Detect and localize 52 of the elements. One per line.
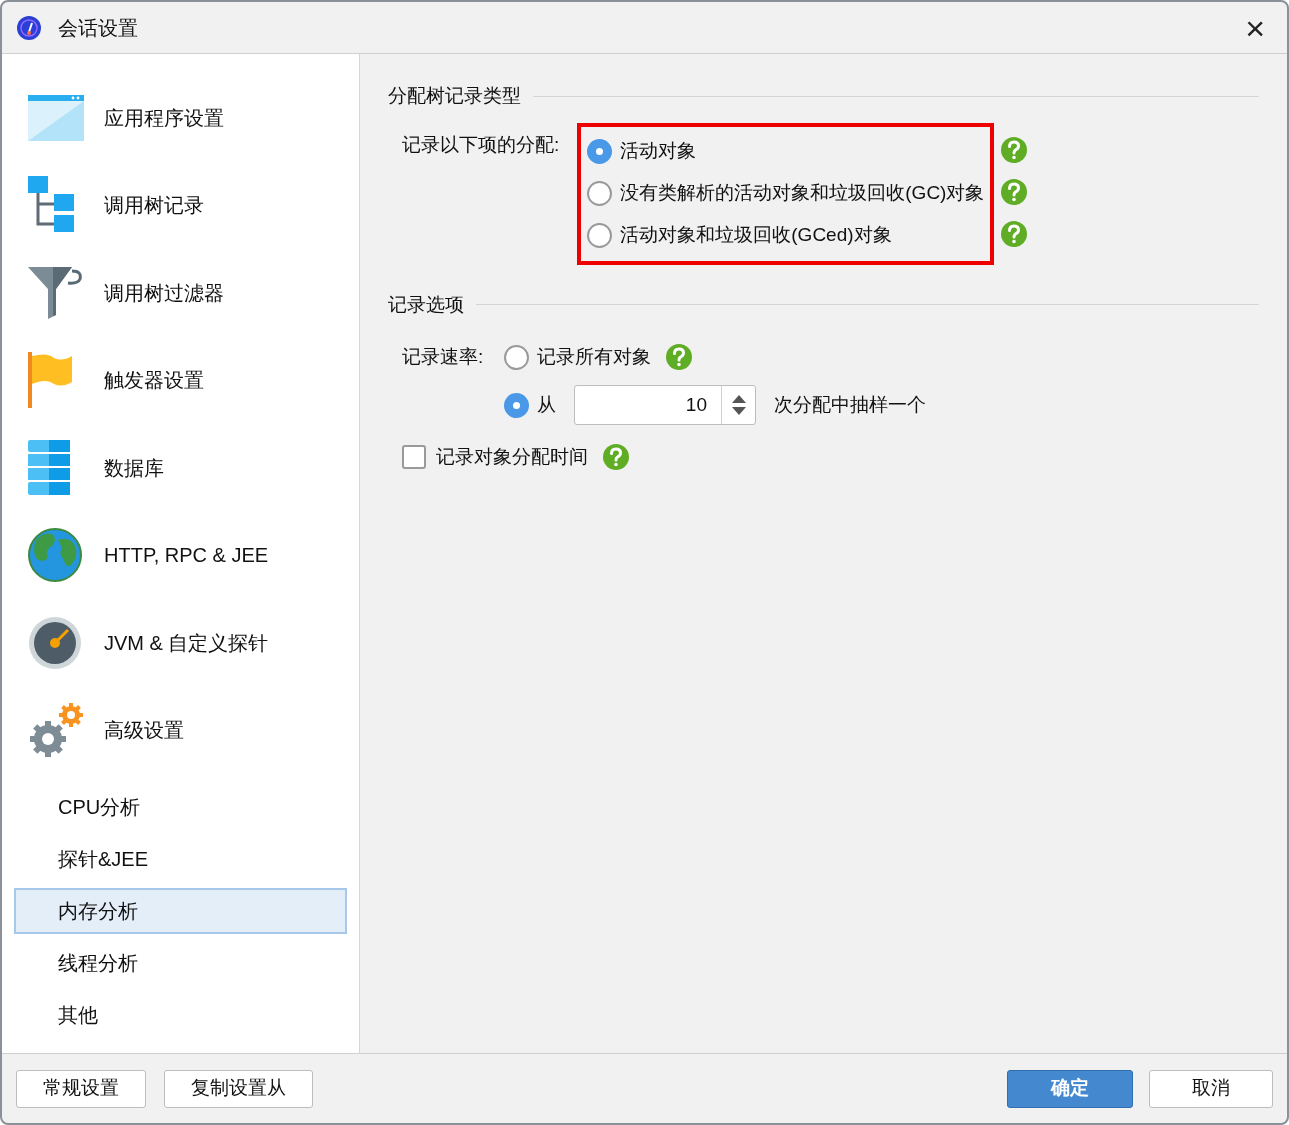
- allocation-label: 记录以下项的分配:: [402, 132, 560, 157]
- app-logo-icon: [16, 14, 42, 41]
- rate-label: 记录速率:: [402, 344, 485, 369]
- radio-button[interactable]: [587, 139, 613, 164]
- close-button[interactable]: ×: [1237, 10, 1273, 45]
- database-icon: [28, 439, 70, 496]
- sidebar-page-item[interactable]: 探针&JEE: [14, 836, 347, 882]
- radio-label: 从: [537, 392, 556, 417]
- radio-button[interactable]: [587, 223, 613, 248]
- globe-icon: [28, 528, 82, 583]
- sidebar-page-item[interactable]: 线程分析: [14, 940, 347, 986]
- number-spinner[interactable]: 10: [574, 385, 756, 425]
- sidebar-item[interactable]: JVM & 自定义探针: [14, 599, 347, 687]
- radio-label: 记录所有对象: [537, 344, 651, 369]
- sampling-suffix: 次分配中抽样一个: [774, 392, 926, 417]
- help-icon[interactable]: [1000, 135, 1029, 164]
- sidebar-item[interactable]: 数据库: [14, 424, 347, 512]
- funnel-icon: [28, 266, 82, 319]
- sidebar-item[interactable]: 应用程序设置: [14, 74, 347, 162]
- sidebar-item[interactable]: 触发器设置: [14, 336, 347, 424]
- sidebar-page-item[interactable]: 内存分析: [14, 888, 347, 934]
- group-title: 记录选项: [388, 292, 464, 317]
- help-icon[interactable]: [1000, 177, 1029, 206]
- help-icon[interactable]: [665, 343, 693, 371]
- footer-button[interactable]: 常规设置: [16, 1069, 146, 1108]
- sidebar-item[interactable]: 高级设置: [14, 686, 347, 774]
- sidebar-page-item[interactable]: 其他: [14, 992, 347, 1038]
- help-icon[interactable]: [602, 443, 630, 471]
- flag-icon: [28, 352, 72, 409]
- radio-label: 活动对象: [620, 139, 697, 164]
- footer-button[interactable]: 复制设置从: [164, 1069, 313, 1108]
- window-icon: [28, 94, 84, 141]
- sidebar-item[interactable]: HTTP, RPC & JEE: [14, 511, 347, 599]
- help-icon[interactable]: [1000, 219, 1029, 248]
- radio-button[interactable]: [504, 392, 529, 418]
- sidebar-item[interactable]: 调用树记录: [14, 161, 347, 249]
- radio-label: 没有类解析的活动对象和垃圾回收(GC)对象: [620, 181, 985, 206]
- cancel-button[interactable]: 取消: [1149, 1069, 1273, 1108]
- window-title: 会话设置: [58, 15, 138, 41]
- ok-button[interactable]: 确定: [1007, 1069, 1133, 1108]
- radio-label: 活动对象和垃圾回收(GCed)对象: [620, 223, 892, 248]
- gauge-icon: [28, 615, 82, 670]
- spinner-arrows-icon[interactable]: [730, 393, 747, 417]
- radio-button[interactable]: [587, 181, 613, 206]
- checkbox[interactable]: [402, 445, 426, 469]
- sidebar-item[interactable]: 调用树过滤器: [14, 249, 347, 337]
- tree-icon: [28, 176, 76, 235]
- sidebar-page-item[interactable]: CPU分析: [14, 784, 347, 830]
- radio-button[interactable]: [504, 344, 529, 370]
- gears-icon: [28, 701, 86, 760]
- group-title: 分配树记录类型: [388, 84, 521, 108]
- checkbox-label: 记录对象分配时间: [436, 444, 588, 469]
